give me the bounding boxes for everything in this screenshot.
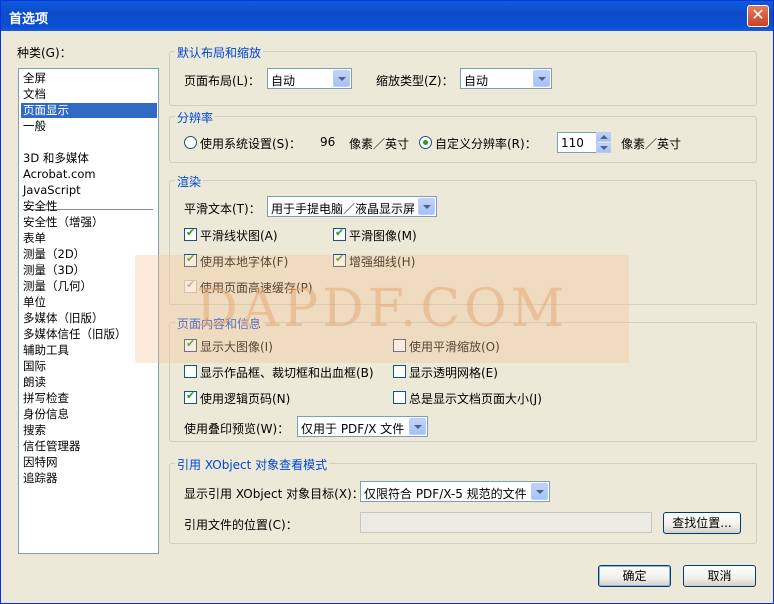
spin-down-icon[interactable] [596, 143, 611, 153]
category-item[interactable]: 页面显示 [21, 103, 157, 118]
smooth-line-art-label: 平滑线状图(A) [200, 229, 278, 243]
watermark: DAPDF.COM [135, 255, 629, 363]
use-logical-page-numbers-checkbox[interactable] [184, 389, 197, 404]
zoom-type-label: 缩放类型(Z)： [376, 74, 454, 88]
resolution-title: 分辨率 [175, 109, 216, 126]
custom-resolution-unit: 像素／英寸 [621, 137, 682, 151]
category-item[interactable]: 3D 和多媒体 [23, 151, 89, 166]
system-resolution-value: 96 [320, 135, 336, 149]
show-targets-label: 显示引用 XObject 对象目标(X)： [184, 487, 364, 501]
category-item[interactable]: 测量（2D） [23, 247, 85, 262]
system-resolution-unit: 像素／英寸 [349, 137, 410, 151]
window-title: 首选项 [9, 12, 49, 27]
ok-button[interactable]: 确定 [598, 565, 671, 587]
preferences-dialog: 首选项 ✕ 种类(G)： 全屏 文档 页面显示 一般 3D 和多媒体 Acrobat.co… [0, 0, 774, 604]
overprint-preview-value: 仅用于 PDF/X 文件 [301, 422, 405, 436]
category-item[interactable]: 国际 [23, 359, 46, 374]
category-item[interactable]: 全屏 [23, 71, 46, 86]
category-item[interactable]: 因特网 [23, 455, 58, 470]
custom-resolution-label: 自定义分辨率(R)： [435, 137, 537, 151]
zoom-type-select[interactable]: 自动 [460, 68, 552, 89]
system-resolution-radio[interactable] [184, 136, 197, 149]
chevron-down-icon[interactable] [531, 483, 548, 500]
chevron-down-icon[interactable] [333, 70, 350, 87]
file-location-input[interactable] [360, 512, 652, 533]
page-layout-label: 页面布局(L)： [184, 74, 261, 88]
category-item[interactable]: JavaScript [23, 183, 81, 198]
category-item[interactable]: 信任管理器 [23, 439, 81, 454]
close-icon[interactable]: ✕ [747, 5, 769, 27]
category-item[interactable]: Acrobat.com [23, 167, 96, 182]
file-location-label: 引用文件的位置(C)： [184, 518, 298, 532]
always-show-doc-page-size-label: 总是显示文档页面大小(J) [409, 392, 542, 406]
custom-resolution-radio[interactable] [419, 136, 432, 149]
category-item[interactable]: 安全性（增强） [23, 215, 104, 230]
category-item[interactable]: 一般 [23, 119, 46, 134]
category-item[interactable]: 搜索 [23, 423, 46, 438]
xobject-title: 引用 XObject 对象查看模式 [175, 456, 330, 473]
show-transparency-grid-checkbox[interactable] [393, 365, 406, 378]
category-item[interactable]: 辅助工具 [23, 343, 69, 358]
category-item[interactable]: 多媒体（旧版） [23, 311, 104, 326]
resolution-spinner[interactable] [596, 132, 611, 153]
category-item[interactable]: 表单 [23, 231, 46, 246]
overprint-preview-select[interactable]: 仅用于 PDF/X 文件 [297, 416, 428, 437]
category-item[interactable]: 追踪器 [23, 471, 58, 486]
category-item[interactable]: 测量（几何） [23, 279, 92, 294]
category-item[interactable]: 单位 [23, 295, 46, 310]
categories-label: 种类(G)： [17, 46, 72, 60]
category-item[interactable]: 文档 [23, 87, 46, 102]
custom-resolution-value: 110 [561, 136, 584, 150]
show-targets-select[interactable]: 仅限符合 PDF/X-5 规范的文件 [360, 481, 550, 502]
smooth-line-art-checkbox[interactable] [184, 226, 197, 241]
show-art-trim-bleed-checkbox[interactable] [184, 365, 197, 378]
show-art-trim-bleed-label: 显示作品框、裁切框和出血框(B) [200, 366, 374, 380]
smooth-text-select[interactable]: 用于手提电脑／液晶显示屏 [267, 196, 437, 217]
browse-button[interactable]: 查找位置... [663, 512, 741, 534]
smooth-images-checkbox[interactable] [333, 226, 346, 241]
overprint-preview-label: 使用叠印预览(W)： [184, 422, 290, 436]
smooth-text-label: 平滑文本(T)： [184, 202, 261, 216]
zoom-type-value: 自动 [464, 74, 489, 88]
chevron-down-icon[interactable] [409, 418, 426, 435]
layout-zoom-title: 默认布局和缩放 [175, 44, 264, 61]
custom-resolution-input[interactable]: 110 [557, 132, 597, 153]
show-transparency-grid-label: 显示透明网格(E) [409, 366, 498, 380]
title-bar: 首选项 ✕ [1, 1, 773, 31]
category-item[interactable]: 多媒体信任（旧版） [23, 327, 127, 342]
system-resolution-label: 使用系统设置(S)： [200, 137, 301, 151]
category-item[interactable]: 安全性 [23, 199, 58, 214]
category-item[interactable]: 拼写检查 [23, 391, 69, 406]
category-item[interactable]: 朗读 [23, 375, 46, 390]
cancel-button[interactable]: 取消 [683, 565, 756, 587]
always-show-doc-page-size-checkbox[interactable] [393, 391, 406, 404]
use-logical-page-numbers-label: 使用逻辑页码(N) [200, 392, 291, 406]
category-item[interactable]: 身份信息 [23, 407, 69, 422]
smooth-images-label: 平滑图像(M) [349, 229, 417, 243]
chevron-down-icon[interactable] [418, 198, 435, 215]
chevron-down-icon[interactable] [533, 70, 550, 87]
category-item[interactable]: 测量（3D） [23, 263, 85, 278]
spin-up-icon[interactable] [596, 132, 611, 142]
page-layout-value: 自动 [271, 74, 296, 88]
show-targets-value: 仅限符合 PDF/X-5 规范的文件 [364, 487, 527, 501]
smooth-text-value: 用于手提电脑／液晶显示屏 [271, 202, 416, 216]
page-layout-select[interactable]: 自动 [267, 68, 352, 89]
rendering-title: 渲染 [175, 173, 204, 190]
